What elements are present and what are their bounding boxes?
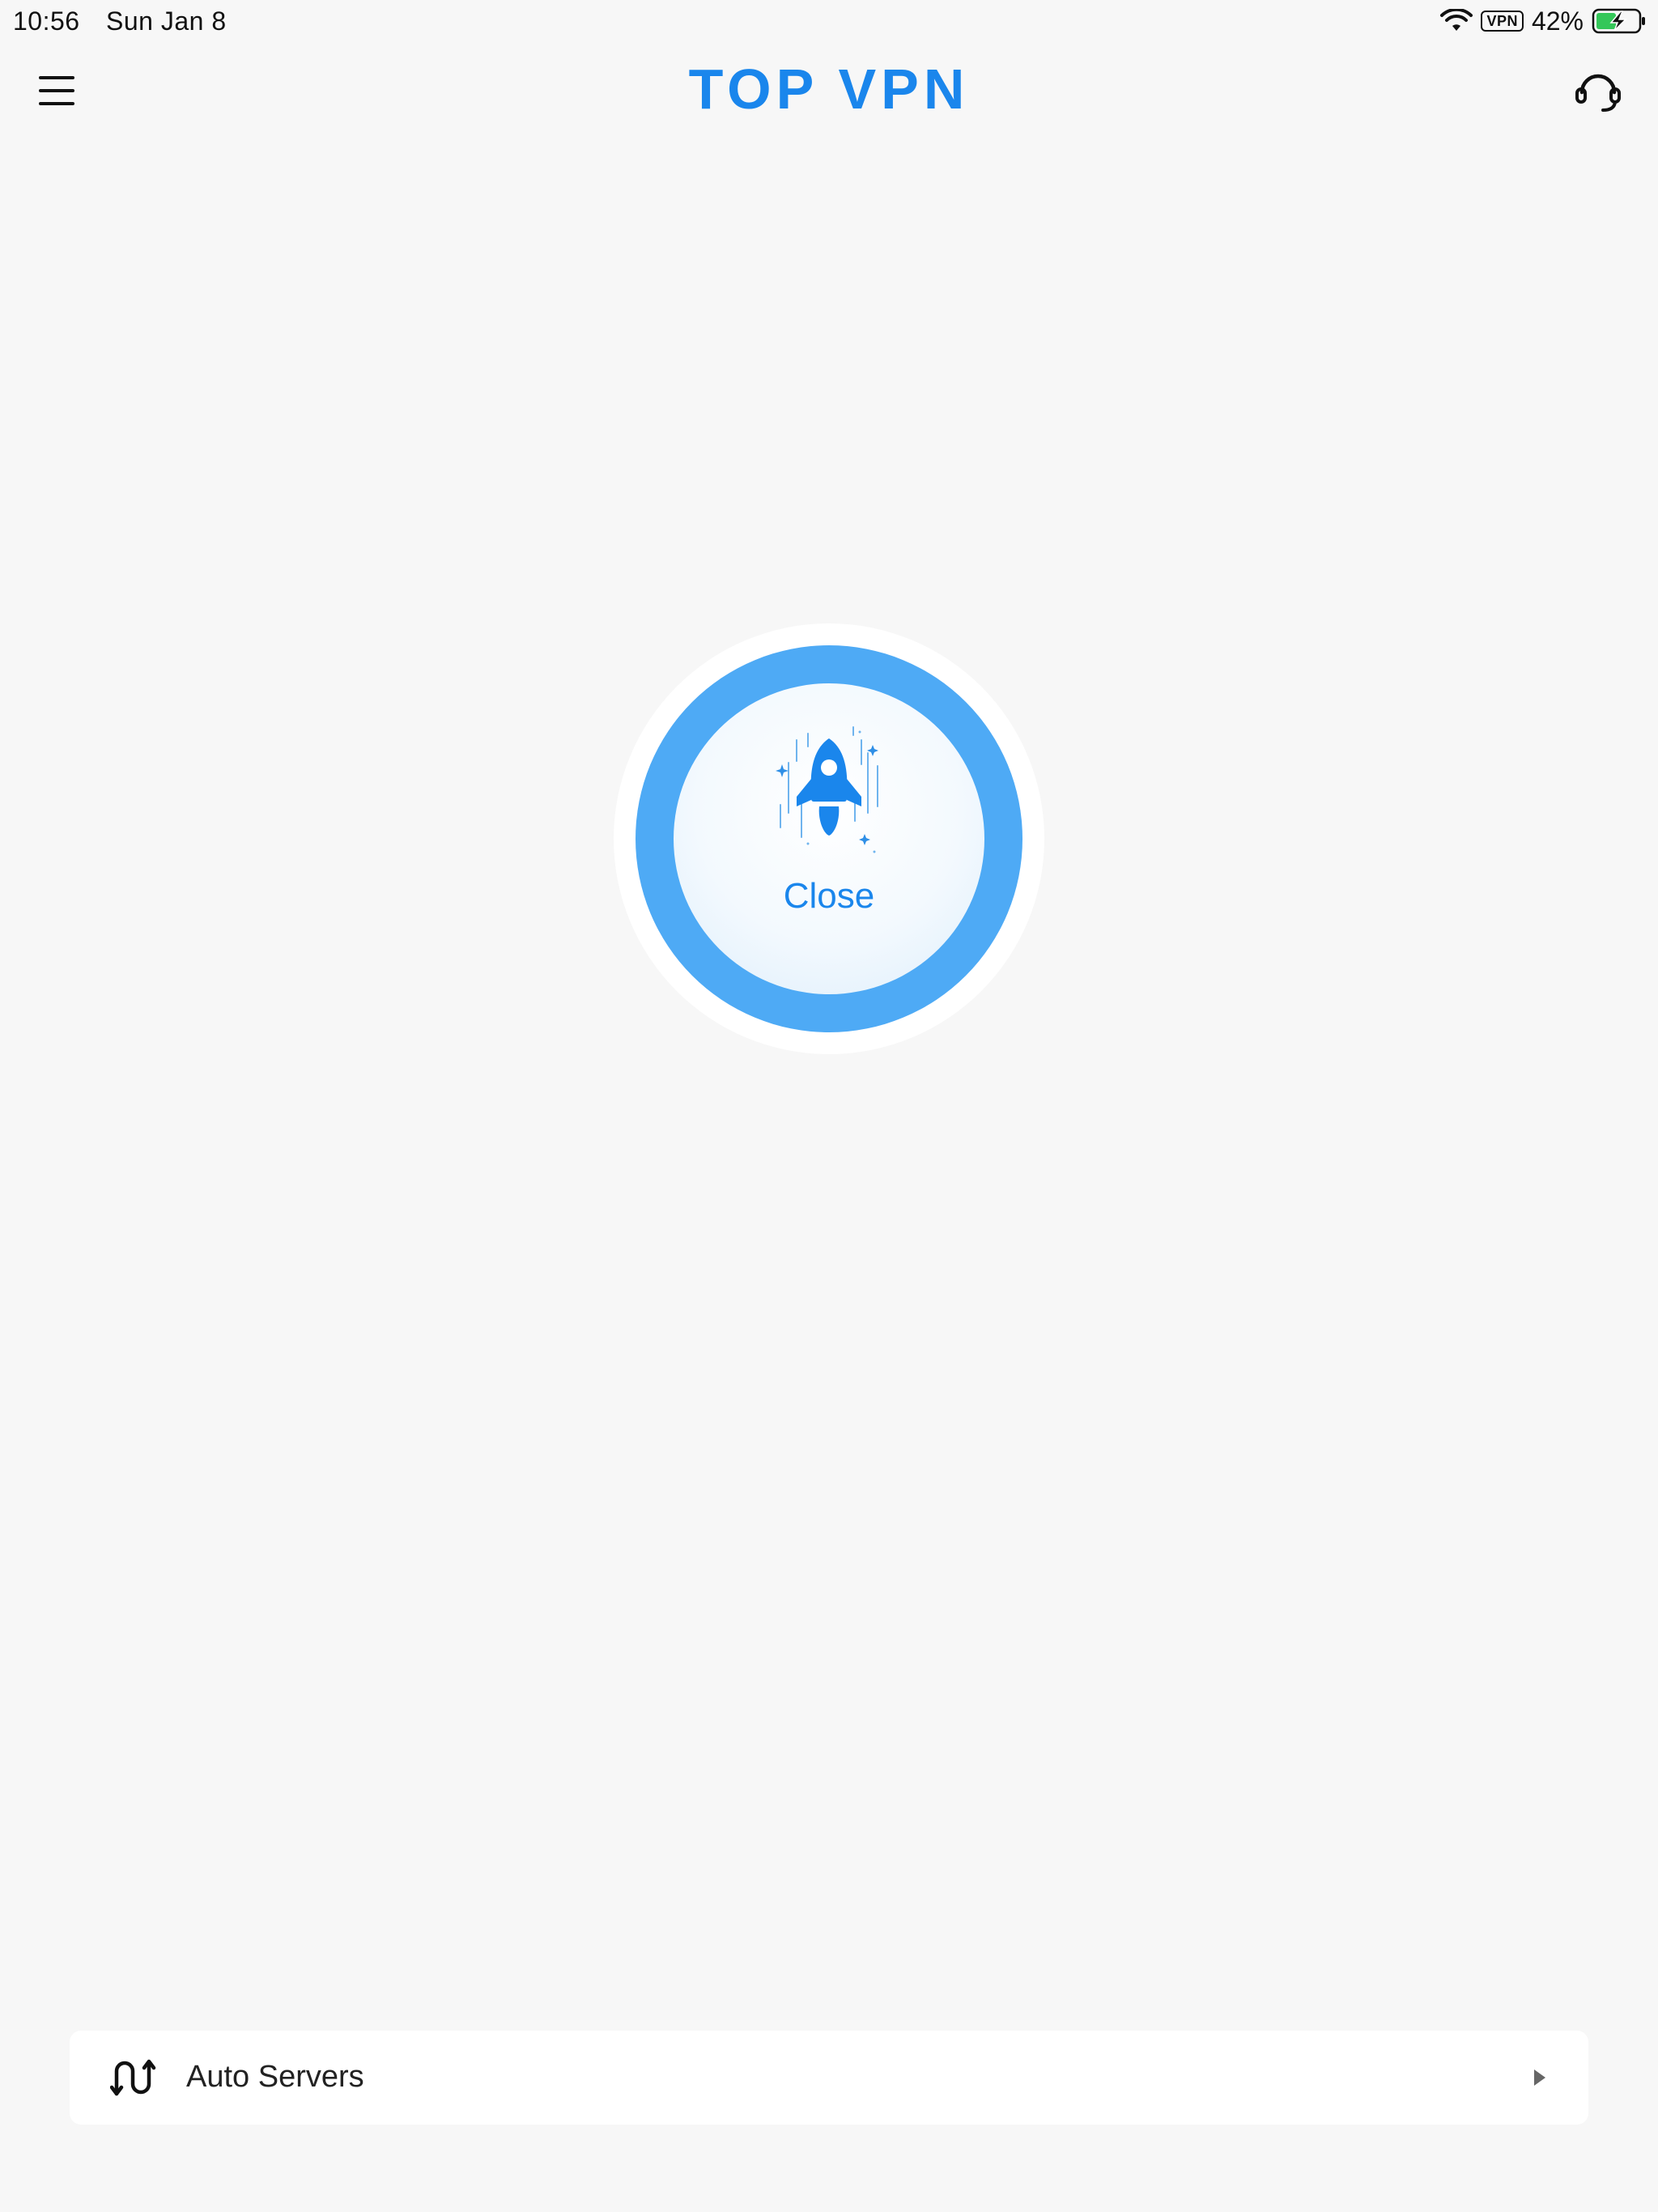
route-switch-icon <box>110 2059 156 2096</box>
server-selector[interactable]: Auto Servers <box>70 2031 1588 2125</box>
app-title: TOP VPN <box>688 57 970 121</box>
status-bar: 10:56 Sun Jan 8 VPN 42% <box>0 0 1658 42</box>
headset-support-icon[interactable] <box>1574 68 1622 113</box>
connect-inner-circle: Close <box>674 683 984 994</box>
connect-button[interactable]: Close <box>614 623 1044 1054</box>
wifi-icon <box>1440 9 1473 31</box>
battery-percentage: 42% <box>1531 6 1584 36</box>
server-selector-label: Auto Servers <box>186 2060 364 2094</box>
rocket-icon <box>776 726 878 853</box>
connect-status-label: Close <box>783 876 875 916</box>
status-time: 10:56 <box>13 6 80 36</box>
play-arrow-icon <box>1534 2069 1545 2086</box>
vpn-badge: VPN <box>1481 11 1524 32</box>
status-date: Sun Jan 8 <box>106 6 227 36</box>
battery-charging-icon <box>1592 8 1645 34</box>
connect-ring: Close <box>636 645 1022 1032</box>
status-indicators: VPN 42% <box>1440 6 1647 36</box>
